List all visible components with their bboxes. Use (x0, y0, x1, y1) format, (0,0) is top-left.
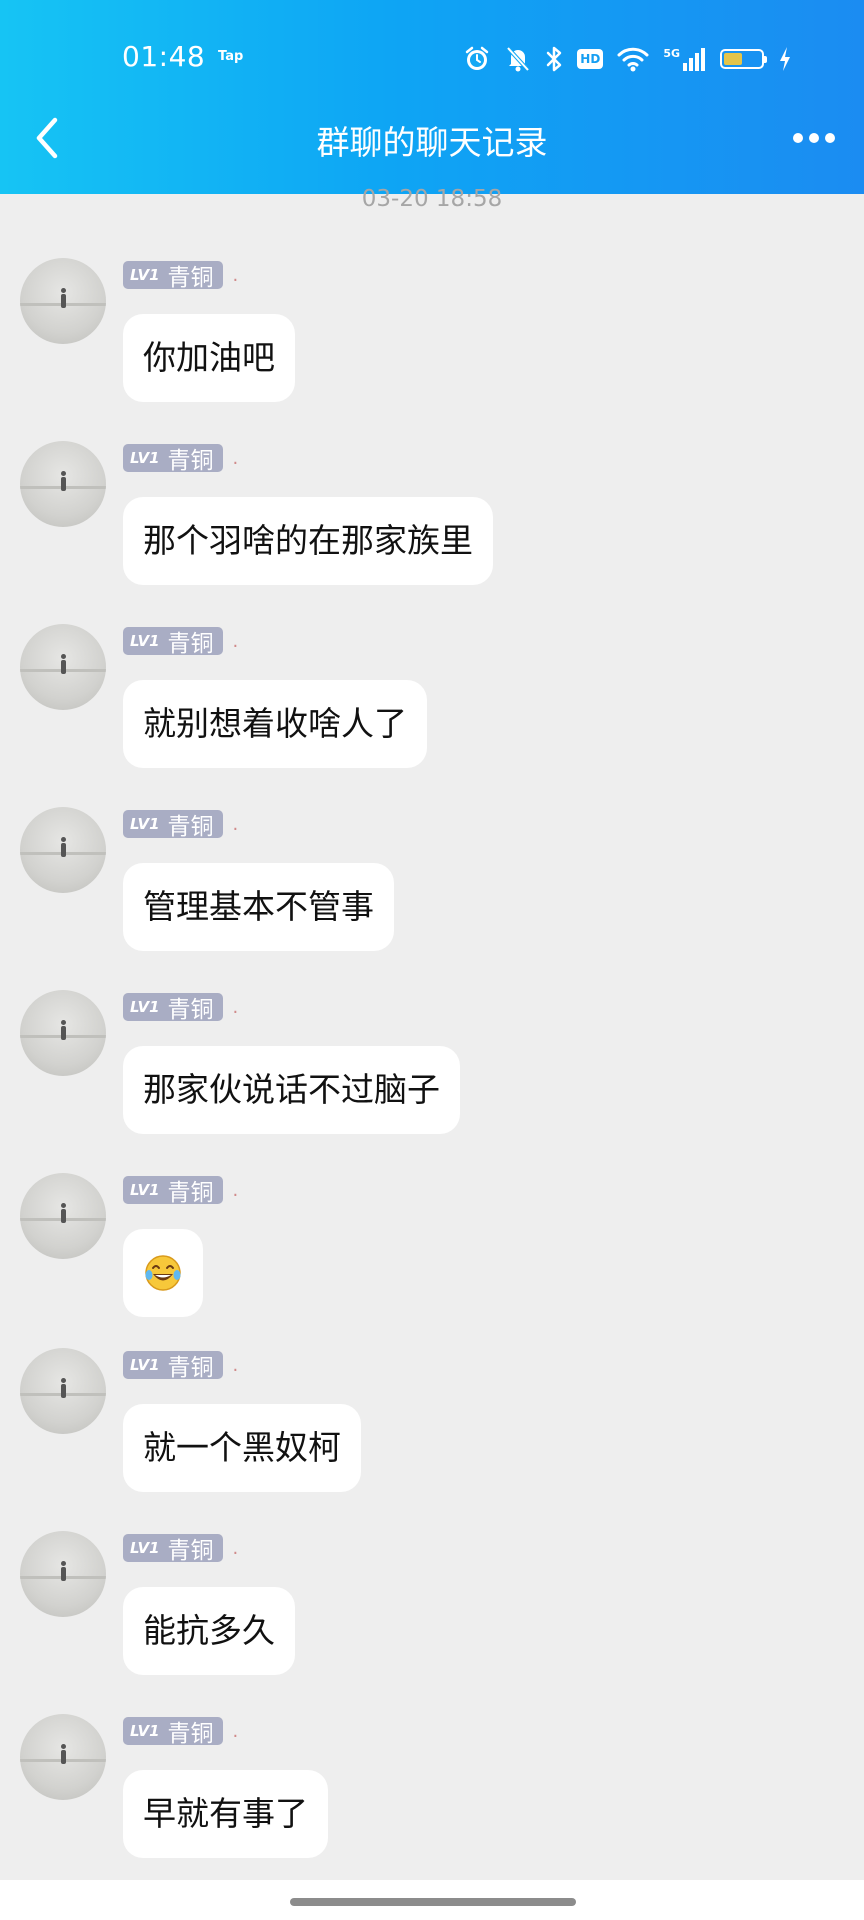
alarm-icon (463, 45, 491, 73)
sender-name[interactable]: . (233, 1355, 239, 1376)
avatar[interactable] (20, 1173, 106, 1259)
avatar[interactable] (20, 1714, 106, 1800)
message-item: LV1 青铜 . 那家伙说话不过脑子 (0, 980, 864, 1150)
bluetooth-icon (545, 45, 563, 73)
avatar[interactable] (20, 807, 106, 893)
more-dot-icon (825, 133, 835, 143)
message-bubble[interactable]: 那个羽啥的在那家族里 (123, 497, 493, 585)
level-title: 青铜 (167, 265, 214, 291)
level-label: LV1 (130, 815, 160, 833)
level-badge: LV1 青铜 (123, 444, 223, 474)
home-indicator[interactable] (290, 1898, 576, 1906)
level-badge: LV1 青铜 (123, 810, 223, 840)
sender-info: LV1 青铜 . (123, 993, 239, 1023)
avatar[interactable] (20, 1531, 106, 1617)
message-item: LV1 青铜 . 就一个黑奴柯 (0, 1338, 864, 1508)
level-title: 青铜 (167, 1355, 214, 1381)
wifi-icon (617, 46, 649, 72)
level-badge: LV1 青铜 (123, 1717, 223, 1747)
level-title: 青铜 (167, 997, 214, 1023)
message-item: LV1 青铜 . 你加油吧 (0, 248, 864, 418)
sender-name[interactable]: . (233, 631, 239, 652)
avatar[interactable] (20, 441, 106, 527)
message-bubble[interactable]: 你加油吧 (123, 314, 295, 402)
message-item: LV1 青铜 . 管理基本不管事 (0, 797, 864, 967)
sender-name[interactable]: . (233, 814, 239, 835)
avatar[interactable] (20, 258, 106, 344)
level-label: LV1 (130, 1181, 160, 1199)
level-title: 青铜 (167, 631, 214, 657)
message-bubble[interactable]: 就一个黑奴柯 (123, 1404, 361, 1492)
message-item: LV1 青铜 . 早就有事了 (0, 1704, 864, 1874)
sender-name[interactable]: . (233, 265, 239, 286)
sender-name[interactable]: . (233, 1538, 239, 1559)
status-app-label: Tap (218, 49, 244, 64)
sender-info: LV1 青铜 . (123, 444, 239, 474)
level-label: LV1 (130, 266, 160, 284)
sender-info: LV1 青铜 . (123, 261, 239, 291)
level-title: 青铜 (167, 814, 214, 840)
level-badge: LV1 青铜 (123, 1351, 223, 1381)
message-bubble[interactable]: 就别想着收啥人了 (123, 680, 427, 768)
sender-info: LV1 青铜 . (123, 1176, 239, 1206)
more-options-button[interactable] (784, 118, 844, 158)
message-item: LV1 青铜 . 就别想着收啥人了 (0, 614, 864, 784)
sender-name[interactable]: . (233, 448, 239, 469)
level-label: LV1 (130, 632, 160, 650)
status-time: 01:48 (122, 40, 206, 73)
message-bubble[interactable]: 能抗多久 (123, 1587, 295, 1675)
laughing-crying-emoji-icon (145, 1255, 181, 1291)
sender-info: LV1 青铜 . (123, 627, 239, 657)
sender-info: LV1 青铜 . (123, 1351, 239, 1381)
level-badge: LV1 青铜 (123, 1176, 223, 1206)
message-item: LV1 青铜 . (0, 1163, 864, 1333)
message-bubble[interactable]: 早就有事了 (123, 1770, 328, 1858)
level-label: LV1 (130, 998, 160, 1016)
level-label: LV1 (130, 1356, 160, 1374)
sender-name[interactable]: . (233, 997, 239, 1018)
more-dot-icon (793, 133, 803, 143)
sender-info: LV1 青铜 . (123, 1534, 239, 1564)
message-item: LV1 青铜 . 能抗多久 (0, 1521, 864, 1691)
message-bubble[interactable] (123, 1229, 203, 1317)
cellular-signal-icon: 5G (663, 47, 706, 71)
level-title: 青铜 (167, 1180, 214, 1206)
avatar[interactable] (20, 624, 106, 710)
level-badge: LV1 青铜 (123, 993, 223, 1023)
mute-bell-icon (505, 45, 531, 73)
more-dot-icon (809, 133, 819, 143)
avatar[interactable] (20, 1348, 106, 1434)
level-label: LV1 (130, 449, 160, 467)
level-title: 青铜 (167, 1721, 214, 1747)
network-type-label: 5G (663, 47, 680, 60)
level-title: 青铜 (167, 1538, 214, 1564)
level-label: LV1 (130, 1539, 160, 1557)
charging-icon (778, 46, 792, 72)
level-badge: LV1 青铜 (123, 261, 223, 291)
message-bubble[interactable]: 管理基本不管事 (123, 863, 394, 951)
hd-icon: HD (577, 49, 604, 69)
battery-icon (720, 49, 767, 69)
level-title: 青铜 (167, 448, 214, 474)
chat-timestamp: 03-20 18:58 (361, 186, 503, 212)
page-title: 群聊的聊天记录 (316, 123, 548, 162)
sender-name[interactable]: . (233, 1721, 239, 1742)
sender-info: LV1 青铜 . (123, 1717, 239, 1747)
level-badge: LV1 青铜 (123, 1534, 223, 1564)
message-item: LV1 青铜 . 那个羽啥的在那家族里 (0, 431, 864, 601)
sender-info: LV1 青铜 . (123, 810, 239, 840)
message-bubble[interactable]: 那家伙说话不过脑子 (123, 1046, 460, 1134)
sender-name[interactable]: . (233, 1180, 239, 1201)
level-badge: LV1 青铜 (123, 627, 223, 657)
battery-level (724, 53, 742, 65)
top-bar: 01:48 Tap HD 5G 群聊的聊天记录 (0, 0, 864, 194)
avatar[interactable] (20, 990, 106, 1076)
level-label: LV1 (130, 1722, 160, 1740)
status-icons: HD 5G (463, 42, 792, 76)
